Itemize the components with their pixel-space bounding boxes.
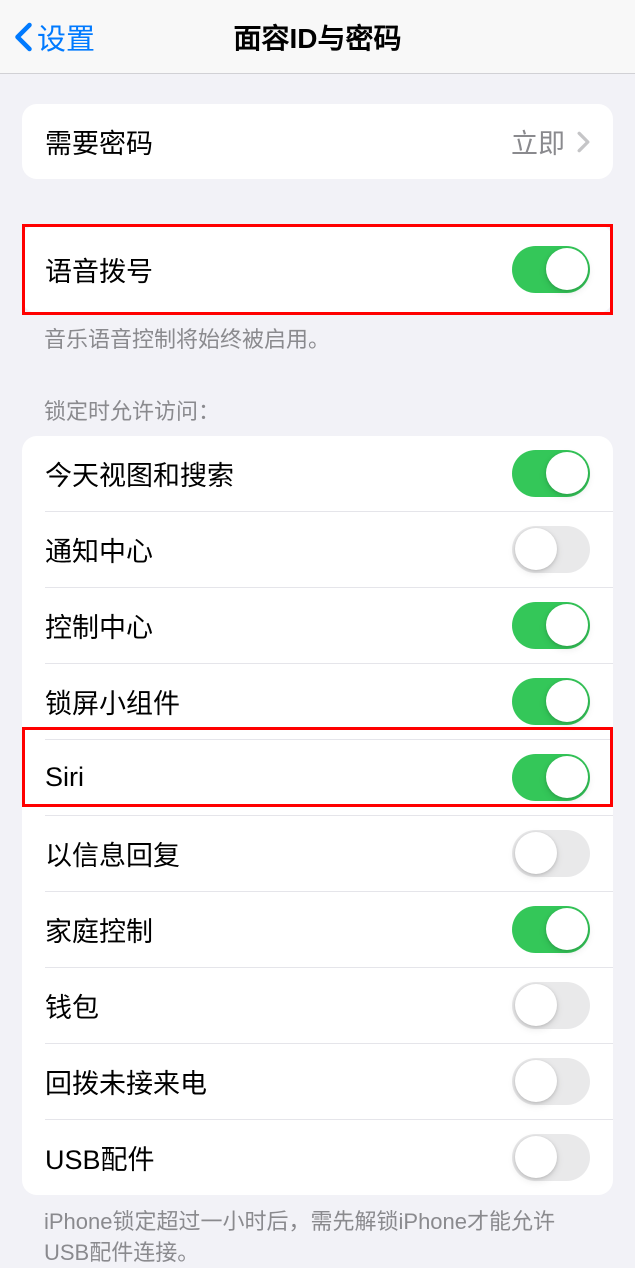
lock-access-row: USB配件 <box>22 1120 613 1195</box>
toggle-knob <box>546 604 588 646</box>
require-passcode-label: 需要密码 <box>45 122 153 161</box>
lock-access-label: USB配件 <box>45 1138 155 1177</box>
nav-header: 设置 面容ID与密码 <box>0 0 635 74</box>
lock-access-label: 以信息回复 <box>45 834 180 873</box>
content: 需要密码 立即 语音拨号 音乐语音控制将始终被启用。 锁定时允许访问： 今天视图… <box>0 104 635 1268</box>
lock-access-toggle[interactable] <box>512 982 590 1029</box>
lock-access-label: 锁屏小组件 <box>45 682 180 721</box>
group-voice-dial: 语音拨号 <box>22 225 613 313</box>
lock-access-toggle[interactable] <box>512 906 590 953</box>
back-button[interactable]: 设置 <box>0 16 95 58</box>
lock-access-label: 今天视图和搜索 <box>45 454 234 493</box>
toggle-knob <box>546 680 588 722</box>
lock-access-row: Siri <box>22 740 613 815</box>
chevron-right-icon <box>577 131 590 153</box>
lock-access-toggle[interactable] <box>512 602 590 649</box>
lock-access-label: 家庭控制 <box>45 910 153 949</box>
row-voice-dial: 语音拨号 <box>22 225 613 313</box>
lock-access-row: 通知中心 <box>22 512 613 587</box>
lock-access-row: 钱包 <box>22 968 613 1043</box>
chevron-left-icon <box>14 22 33 52</box>
require-passcode-value: 立即 <box>511 122 565 161</box>
toggle-knob <box>546 756 588 798</box>
lock-access-label: 回拨未接来电 <box>45 1062 207 1101</box>
lock-access-header: 锁定时允许访问： <box>44 394 591 426</box>
row-require-passcode[interactable]: 需要密码 立即 <box>22 104 613 179</box>
toggle-knob <box>515 984 557 1026</box>
lock-access-label: Siri <box>45 762 84 793</box>
toggle-knob <box>515 832 557 874</box>
lock-access-toggle[interactable] <box>512 1058 590 1105</box>
voice-dial-toggle[interactable] <box>512 246 590 293</box>
lock-access-toggle[interactable] <box>512 678 590 725</box>
lock-access-row: 今天视图和搜索 <box>22 436 613 511</box>
lock-access-toggle[interactable] <box>512 450 590 497</box>
lock-access-row: 控制中心 <box>22 588 613 663</box>
toggle-knob <box>546 452 588 494</box>
lock-access-row: 回拨未接来电 <box>22 1044 613 1119</box>
toggle-knob <box>546 248 588 290</box>
group-lock-access: 今天视图和搜索通知中心控制中心锁屏小组件 Siri 以信息回复家庭控制钱包回拨未接来… <box>22 436 613 1195</box>
toggle-knob <box>515 1136 557 1178</box>
lock-access-footnote: iPhone锁定超过一小时后，需先解锁iPhone才能允许USB配件连接。 <box>44 1207 591 1268</box>
lock-access-label: 通知中心 <box>45 530 153 569</box>
lock-access-toggle[interactable] <box>512 526 590 573</box>
toggle-knob <box>546 908 588 950</box>
page-title: 面容ID与密码 <box>233 17 401 57</box>
lock-access-toggle[interactable] <box>512 1134 590 1181</box>
lock-access-row: 以信息回复 <box>22 816 613 891</box>
lock-access-toggle[interactable] <box>512 830 590 877</box>
voice-dial-label: 语音拨号 <box>45 250 153 289</box>
lock-access-row: 锁屏小组件 <box>22 664 613 739</box>
lock-access-label: 控制中心 <box>45 606 153 645</box>
lock-access-row: 家庭控制 <box>22 892 613 967</box>
lock-access-toggle[interactable] <box>512 754 590 801</box>
group-require-passcode: 需要密码 立即 <box>22 104 613 179</box>
toggle-knob <box>515 528 557 570</box>
toggle-knob <box>515 1060 557 1102</box>
back-label: 设置 <box>37 16 95 58</box>
voice-dial-footnote: 音乐语音控制将始终被启用。 <box>44 325 591 356</box>
lock-access-label: 钱包 <box>45 986 99 1025</box>
